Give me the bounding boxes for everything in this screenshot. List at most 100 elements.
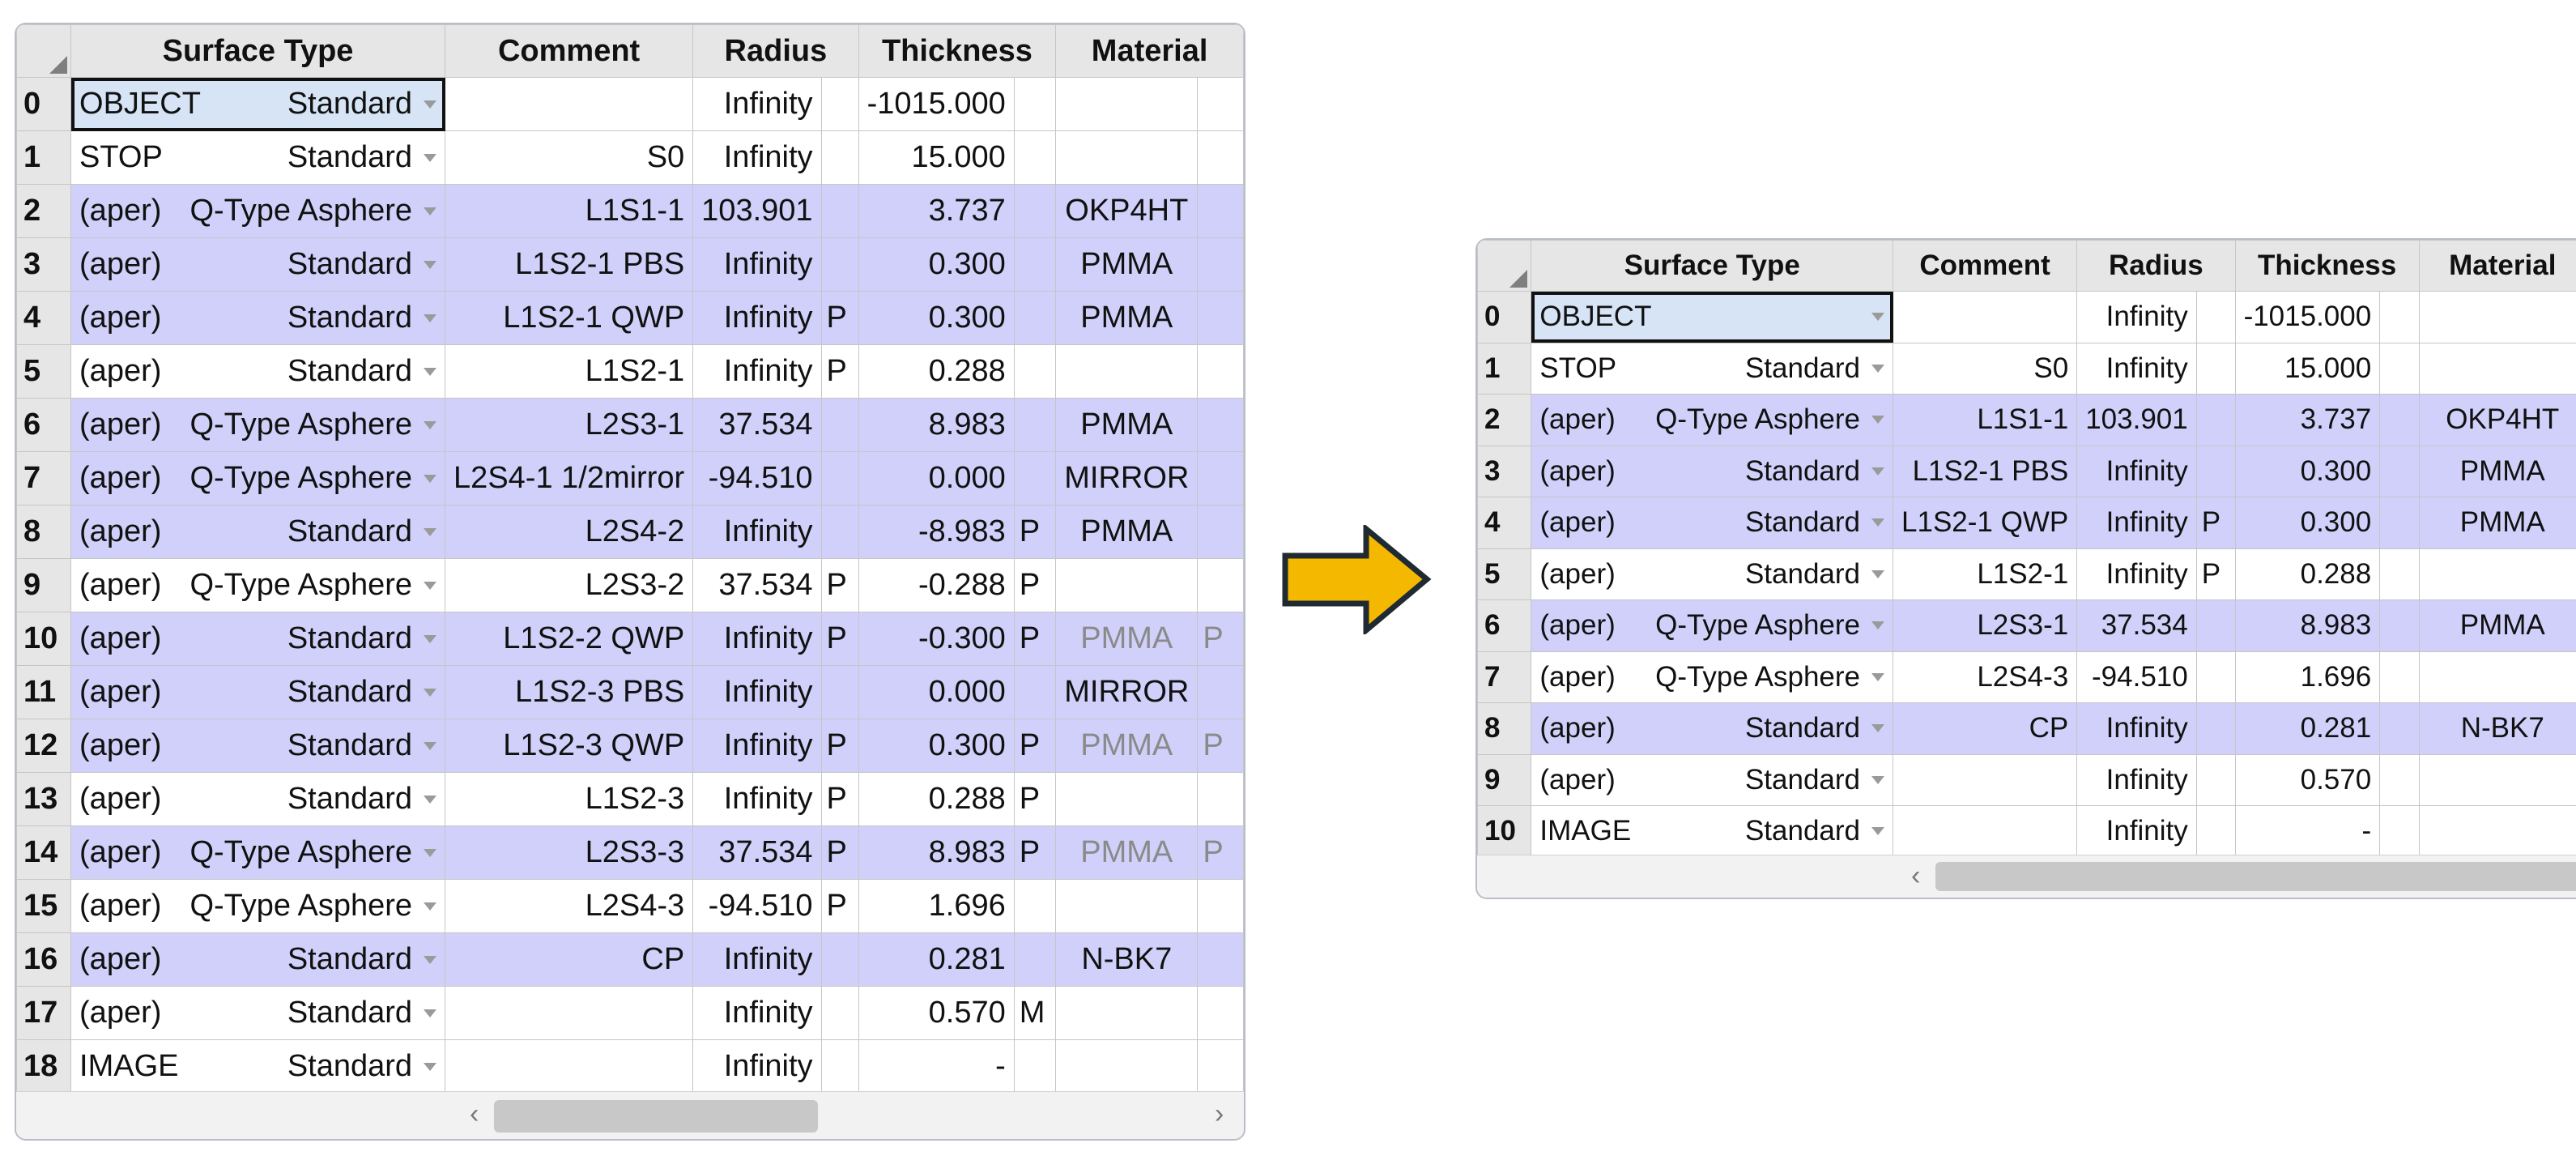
material-cell[interactable]: PMMA: [1055, 291, 1199, 345]
row-number[interactable]: 1: [1477, 342, 1532, 395]
row-number[interactable]: 9: [16, 558, 72, 612]
chevron-down-icon[interactable]: [424, 795, 437, 804]
comment-cell[interactable]: L1S2-1: [445, 344, 694, 399]
comment-cell[interactable]: [445, 986, 694, 1040]
comment-cell[interactable]: [1893, 291, 2078, 343]
thickness-solve-cell[interactable]: P: [1013, 558, 1057, 612]
row-number[interactable]: 15: [16, 879, 72, 933]
chevron-down-icon[interactable]: [424, 634, 437, 643]
chevron-down-icon[interactable]: [424, 314, 437, 322]
table-row[interactable]: 15 (aper) Q-Type Asphere L2S4-3 -94.510 P 1.69…: [16, 879, 1244, 933]
thickness-cell[interactable]: 15.000: [2234, 342, 2381, 395]
radius-solve-cell[interactable]: P: [2195, 497, 2236, 549]
material-solve-cell[interactable]: [1197, 184, 1244, 238]
radius-cell[interactable]: Infinity: [2076, 702, 2197, 755]
material-solve-cell[interactable]: [1197, 291, 1244, 345]
material-solve-cell[interactable]: P: [1197, 612, 1244, 666]
thickness-cell[interactable]: -1015.000: [858, 77, 1015, 131]
radius-cell[interactable]: Infinity: [692, 932, 822, 987]
material-solve-cell[interactable]: [1197, 986, 1244, 1040]
radius-solve-cell[interactable]: [2195, 394, 2236, 446]
comment-cell[interactable]: L2S3-1: [445, 398, 694, 452]
table-row[interactable]: 14 (aper) Q-Type Asphere L2S3-3 37.534 P 8.983…: [16, 825, 1244, 880]
comment-cell[interactable]: L2S4-3: [1893, 651, 2078, 703]
thickness-cell[interactable]: 0.281: [858, 932, 1015, 987]
thickness-cell[interactable]: -0.300: [858, 612, 1015, 666]
row-number[interactable]: 6: [16, 398, 72, 452]
surface-type-cell[interactable]: OBJECT Standard: [70, 77, 446, 131]
chevron-down-icon[interactable]: [1871, 518, 1885, 527]
material-cell[interactable]: [2418, 651, 2576, 703]
table-row[interactable]: 9 (aper) Q-Type Asphere L2S3-2 37.534 P -0.288…: [16, 558, 1244, 612]
comment-cell[interactable]: L1S1-1: [1893, 394, 2078, 446]
thickness-solve-cell[interactable]: [2379, 291, 2420, 343]
thickness-solve-cell[interactable]: [1013, 1039, 1057, 1094]
table-row[interactable]: 10 (aper) Standard L1S2-2 QWP Infinity P -0.30…: [16, 612, 1244, 666]
chevron-down-icon[interactable]: [424, 207, 437, 215]
row-number[interactable]: 2: [16, 184, 72, 238]
surface-type-cell[interactable]: STOP Standard: [1531, 342, 1894, 395]
radius-solve-cell[interactable]: [820, 505, 859, 559]
chevron-down-icon[interactable]: [1871, 621, 1885, 630]
radius-cell[interactable]: Infinity: [692, 719, 822, 773]
material-cell[interactable]: MIRROR: [1055, 451, 1199, 505]
header-comment[interactable]: Comment: [1893, 240, 2078, 292]
table-row[interactable]: 8 (aper) Standard L2S4-2 Infinity -8.983 P PMMA: [16, 505, 1244, 559]
row-number[interactable]: 0: [16, 77, 72, 131]
table-row[interactable]: 8 (aper) Standard CP Infinity 0.281 N-BK7: [1477, 702, 2576, 755]
row-number[interactable]: 2: [1477, 394, 1532, 446]
radius-cell[interactable]: Infinity: [2076, 291, 2197, 343]
radius-cell[interactable]: Infinity: [692, 130, 822, 185]
material-cell[interactable]: N-BK7: [2418, 702, 2576, 755]
chevron-down-icon[interactable]: [424, 902, 437, 911]
surface-type-cell[interactable]: (aper) Standard: [70, 719, 446, 773]
chevron-down-icon[interactable]: [424, 848, 437, 857]
radius-solve-cell[interactable]: [2195, 805, 2236, 858]
material-cell[interactable]: PMMA: [1055, 505, 1199, 559]
table-row[interactable]: 1 STOP Standard S0 Infinity 15.000: [1477, 342, 2576, 395]
select-all-corner[interactable]: [1477, 240, 1532, 292]
comment-cell[interactable]: L1S2-3 PBS: [445, 665, 694, 719]
radius-cell[interactable]: Infinity: [692, 772, 822, 826]
surface-type-cell[interactable]: (aper) Standard: [70, 932, 446, 987]
material-cell[interactable]: OKP4HT: [2418, 394, 2576, 446]
row-number[interactable]: 10: [16, 612, 72, 666]
row-number[interactable]: 9: [1477, 753, 1532, 806]
thickness-cell[interactable]: 0.300: [858, 291, 1015, 345]
header-surface-type[interactable]: Surface Type: [1531, 240, 1894, 292]
thickness-solve-cell[interactable]: [1013, 237, 1057, 292]
table-row[interactable]: 7 (aper) Q-Type Asphere L2S4-1 1/2mirror -94…: [16, 451, 1244, 505]
material-cell[interactable]: PMMA: [1055, 612, 1199, 666]
thickness-solve-cell[interactable]: [2379, 651, 2420, 703]
radius-cell[interactable]: 37.534: [692, 398, 822, 452]
thickness-solve-cell[interactable]: P: [1013, 825, 1057, 880]
material-solve-cell[interactable]: [1197, 344, 1244, 399]
surface-type-cell[interactable]: (aper) Q-Type Asphere: [1531, 599, 1894, 652]
header-material[interactable]: Material: [2418, 240, 2576, 292]
table-row[interactable]: 5 (aper) Standard L1S2-1 Infinity P 0.288: [16, 344, 1244, 399]
thickness-cell[interactable]: -: [858, 1039, 1015, 1094]
row-number[interactable]: 8: [16, 505, 72, 559]
chevron-down-icon[interactable]: [424, 260, 437, 269]
material-cell[interactable]: PMMA: [1055, 719, 1199, 773]
chevron-right-icon[interactable]: ›: [1215, 1100, 1224, 1128]
thickness-solve-cell[interactable]: P: [1013, 505, 1057, 559]
radius-cell[interactable]: Infinity: [692, 505, 822, 559]
surface-type-cell[interactable]: STOP Standard: [70, 130, 446, 185]
material-solve-cell[interactable]: P: [1197, 719, 1244, 773]
surface-type-cell[interactable]: (aper) Q-Type Asphere: [70, 879, 446, 933]
chevron-down-icon[interactable]: [1871, 364, 1885, 373]
radius-solve-cell[interactable]: [820, 237, 859, 292]
row-number[interactable]: 3: [16, 237, 72, 292]
radius-solve-cell[interactable]: [2195, 342, 2236, 395]
radius-cell[interactable]: -94.510: [2076, 651, 2197, 703]
table-row[interactable]: 6 (aper) Q-Type Asphere L2S3-1 37.534 8.983 PM…: [1477, 599, 2576, 652]
thickness-cell[interactable]: -1015.000: [2234, 291, 2381, 343]
material-cell[interactable]: N-BK7: [1055, 932, 1199, 987]
row-number[interactable]: 10: [1477, 805, 1532, 858]
chevron-down-icon[interactable]: [424, 741, 437, 750]
thickness-solve-cell[interactable]: [1013, 879, 1057, 933]
row-number[interactable]: 4: [1477, 497, 1532, 549]
scrollbar-thumb[interactable]: [494, 1100, 818, 1133]
radius-solve-cell[interactable]: [2195, 702, 2236, 755]
